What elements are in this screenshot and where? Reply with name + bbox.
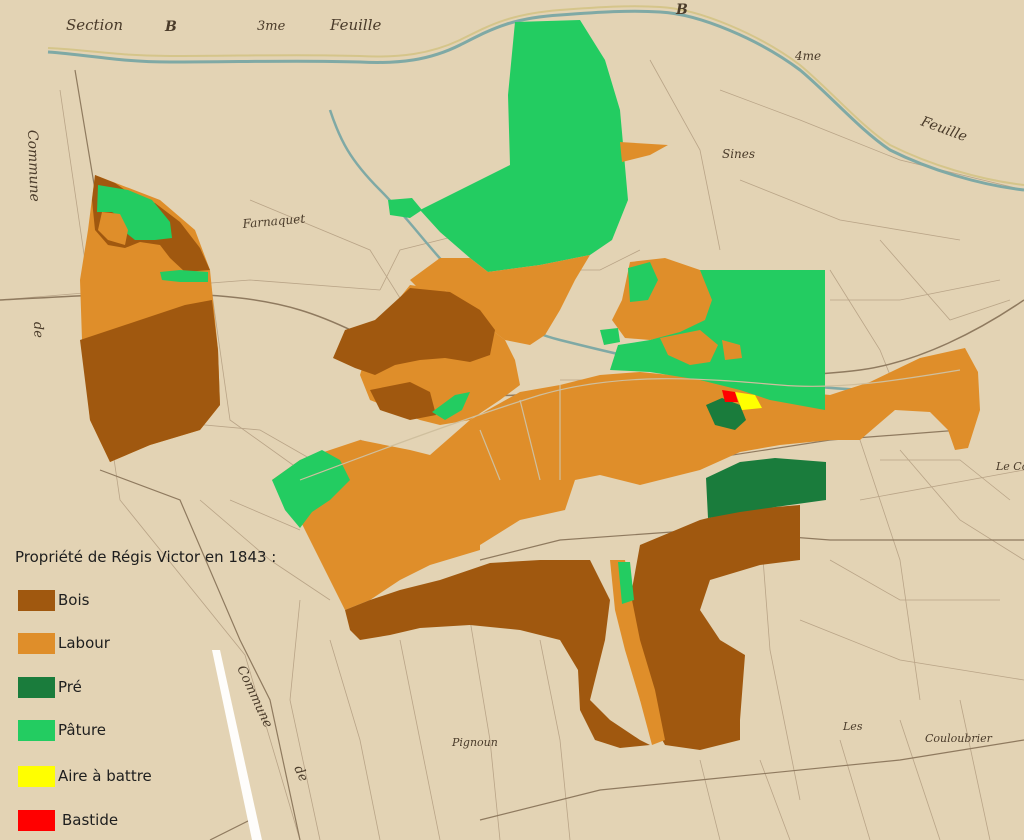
label-b-right: B [675, 2, 688, 18]
label-couloubrier: Couloubrier [925, 732, 993, 745]
label-de-left: de [30, 322, 46, 339]
label-les: Les [842, 720, 863, 733]
legend-item-bois: Bois [18, 589, 89, 611]
legend-item-aire-a-battre: Aire à battre [18, 765, 152, 787]
legend-label-aire-a-battre: Aire à battre [58, 767, 152, 785]
legend-item-labour: Labour [18, 632, 110, 654]
legend-swatch-labour [18, 632, 55, 654]
label-section: Section [66, 16, 123, 34]
legend-label-bastide: Bastide [62, 811, 119, 829]
label-le-co: Le Co [995, 460, 1024, 473]
label-third-sheet: 3me [257, 19, 286, 34]
legend-swatch-pature [18, 719, 55, 741]
legend-item-pature: Pâture [18, 719, 106, 741]
label-section-letter: B [164, 19, 177, 35]
label-feuille-top: Feuille [329, 16, 382, 34]
label-sines: Sines [722, 147, 755, 161]
legend-swatch-bastide [18, 809, 55, 831]
legend-label-labour: Labour [58, 634, 110, 652]
legend-swatch-bois [18, 589, 55, 611]
legend-swatch-pre [18, 676, 55, 698]
legend-item-bastide: Bastide [18, 809, 118, 831]
legend-swatch-aire-a-battre [18, 765, 55, 787]
legend-label-pre: Pré [58, 678, 82, 696]
legend-item-pre: Pré [18, 676, 82, 698]
parcel-left-pature-strip [160, 270, 208, 282]
cadastral-map: Section B 3me Feuille B 4me Feuille Comm… [0, 0, 1024, 840]
legend-title: Propriété de Régis Victor en 1843 : [15, 548, 277, 566]
legend-label-bois: Bois [58, 591, 90, 609]
label-commune-left: Commune [24, 130, 43, 203]
label-fourth-sheet: 4me [794, 49, 821, 63]
legend-label-pature: Pâture [58, 721, 107, 739]
label-pignoun: Pignoun [451, 736, 498, 749]
